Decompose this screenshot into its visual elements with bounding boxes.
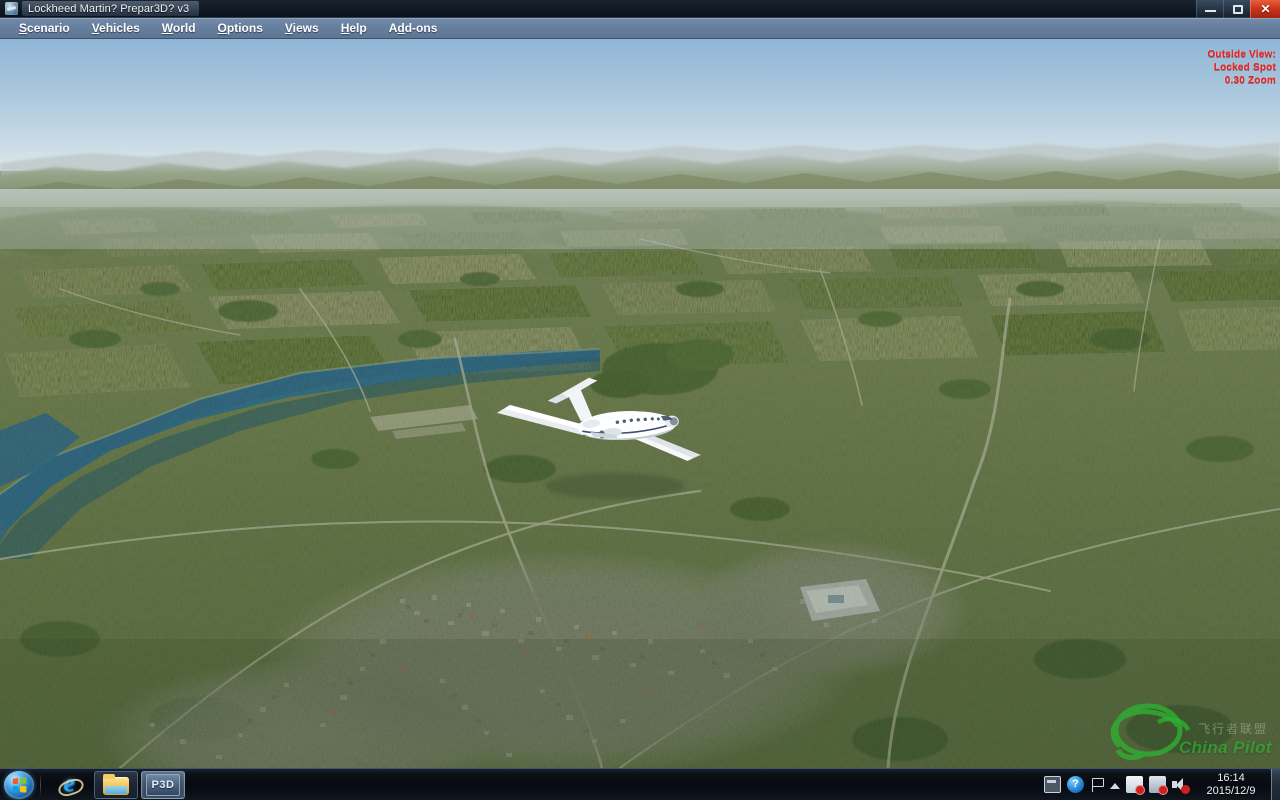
taskbar-divider	[40, 772, 41, 797]
title-bar: Lockheed Martin? Prepar3D? v3 ✕	[0, 0, 1280, 18]
prepar3d-application-window: Lockheed Martin? Prepar3D? v3 ✕ Scenario…	[0, 0, 1280, 800]
windows-taskbar: P3D ? 16:14 2015/12/9	[0, 768, 1280, 800]
window-title: Lockheed Martin? Prepar3D? v3	[28, 2, 190, 15]
windows-logo-icon	[12, 776, 27, 793]
menu-views-label: iews	[292, 21, 319, 35]
menu-vehicles-label: ehicles	[99, 21, 140, 35]
minimize-icon	[1205, 9, 1216, 12]
menu-vehicles[interactable]: Vehicles	[81, 18, 151, 39]
maximize-restore-button[interactable]	[1223, 0, 1250, 18]
tray-action-center-flag-icon[interactable]	[1090, 777, 1104, 792]
scene-render	[0, 39, 1280, 768]
simulation-viewport[interactable]: Outside View: Locked Spot 0.30 Zoom 飞行者联…	[0, 39, 1280, 768]
taskbar-prepar3d[interactable]: P3D	[141, 770, 185, 799]
show-desktop-button[interactable]	[1271, 768, 1280, 800]
tray-document-alert-icon[interactable]	[1126, 776, 1145, 795]
start-orb[interactable]	[4, 770, 34, 799]
menu-options[interactable]: Options	[207, 18, 274, 39]
menu-addons-label: d-ons	[404, 21, 438, 35]
close-button[interactable]: ✕	[1250, 0, 1280, 18]
menu-views[interactable]: Views	[274, 18, 330, 39]
menu-help-label: elp	[349, 21, 367, 35]
title-pill: Lockheed Martin? Prepar3D? v3	[22, 1, 200, 16]
window-controls: ✕	[1196, 0, 1280, 18]
system-tray: ? 16:14 2015/12/9	[1041, 768, 1280, 800]
tray-help-icon[interactable]: ?	[1067, 776, 1084, 793]
tray-network-alert-icon[interactable]	[1149, 776, 1168, 795]
tray-show-hidden-chevron-up-icon[interactable]	[1109, 779, 1120, 790]
menu-help[interactable]: Help	[330, 18, 378, 39]
minimize-button[interactable]	[1196, 0, 1223, 18]
tray-volume-muted-icon[interactable]	[1172, 777, 1190, 794]
clock-date: 2015/12/9	[1206, 784, 1256, 797]
internet-explorer-icon	[57, 770, 81, 798]
taskbar-clock[interactable]: 16:14 2015/12/9	[1194, 772, 1268, 798]
menu-world[interactable]: World	[151, 18, 207, 39]
restore-icon	[1233, 4, 1243, 14]
p3d-icon: P3D	[146, 773, 180, 796]
menu-bar: Scenario Vehicles World Options Views He…	[0, 18, 1280, 39]
close-icon: ✕	[1260, 1, 1271, 16]
p3d-icon-label: P3D	[151, 778, 175, 791]
tray-scanner-icon[interactable]	[1044, 776, 1061, 793]
taskbar-windows-explorer[interactable]	[94, 770, 138, 799]
menu-addons[interactable]: Add-ons	[378, 18, 449, 39]
clock-time: 16:14	[1217, 771, 1245, 784]
taskbar-internet-explorer[interactable]	[47, 770, 91, 799]
menu-scenario[interactable]: Scenario	[8, 18, 81, 39]
menu-scenario-label: cenario	[27, 21, 70, 35]
folder-icon	[103, 774, 129, 795]
menu-options-label: ptions	[226, 21, 263, 35]
prepar3d-icon	[5, 2, 18, 15]
menu-world-label: orld	[172, 21, 196, 35]
